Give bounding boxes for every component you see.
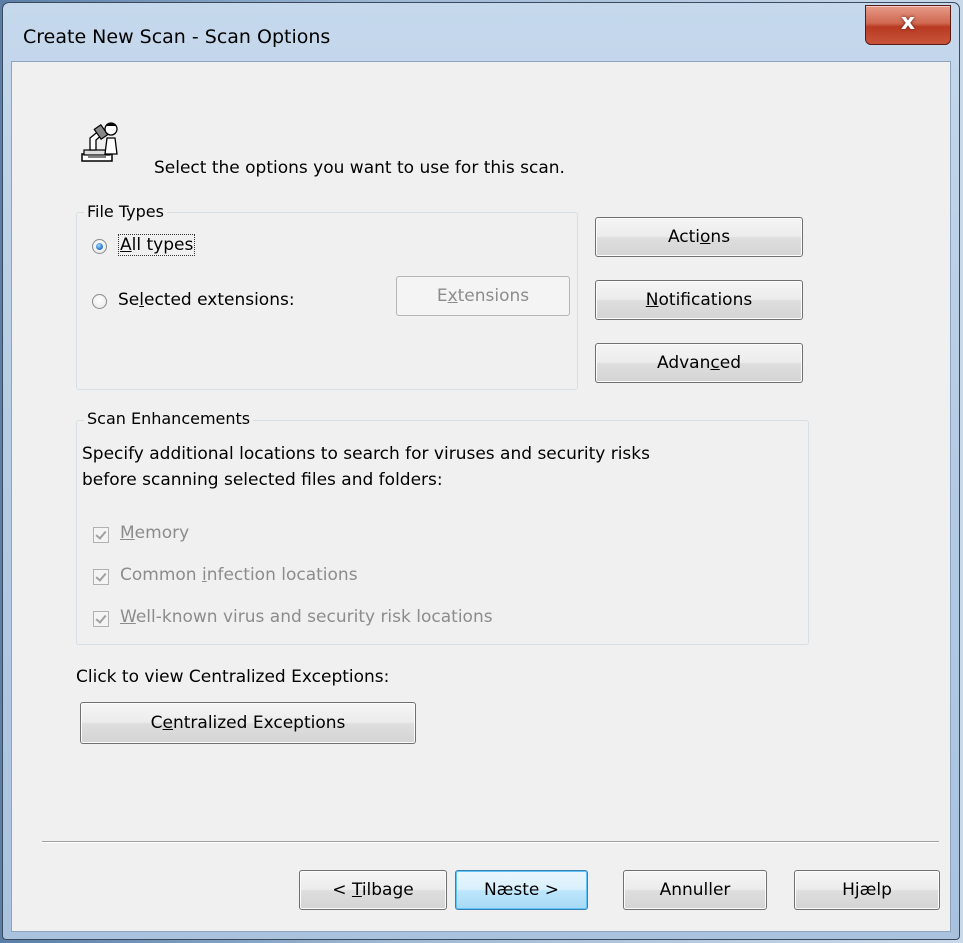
scan-options-icon — [81, 122, 118, 162]
memory-checkbox[interactable] — [93, 527, 109, 543]
all-types-radio[interactable] — [92, 239, 107, 254]
actions-button[interactable]: Actions — [595, 217, 803, 257]
well-known-locations-label[interactable]: Well-known virus and security risk locat… — [120, 607, 493, 627]
back-button[interactable]: < Tilbage — [299, 870, 447, 910]
well-known-locations-checkbox[interactable] — [93, 611, 109, 627]
common-infection-locations-label[interactable]: Common infection locations — [120, 565, 358, 585]
footer-separator — [42, 841, 939, 843]
cancel-button[interactable]: Annuller — [623, 870, 767, 910]
advanced-button[interactable]: Advanced — [595, 343, 803, 383]
instruction-text: Select the options you want to use for t… — [154, 158, 565, 178]
help-button[interactable]: Hjælp — [794, 870, 940, 910]
exceptions-prompt: Click to view Centralized Exceptions: — [76, 667, 390, 687]
extensions-button[interactable]: Extensions — [396, 276, 570, 316]
file-types-legend: File Types — [84, 202, 167, 221]
memory-label[interactable]: Memory — [120, 523, 189, 543]
all-types-label[interactable]: All types — [118, 234, 196, 256]
scan-enhancements-description-2: before scanning selected files and folde… — [82, 470, 443, 490]
scan-options-dialog: Create New Scan - Scan Options x Select … — [2, 2, 960, 940]
title-bar[interactable]: Create New Scan - Scan Options x — [3, 3, 959, 61]
window-title: Create New Scan - Scan Options — [23, 26, 331, 48]
dialog-client-area: Select the options you want to use for t… — [11, 61, 951, 932]
scan-enhancements-legend: Scan Enhancements — [84, 409, 254, 428]
next-button[interactable]: Næste > — [455, 870, 588, 910]
common-infection-locations-checkbox[interactable] — [93, 569, 109, 585]
close-icon: x — [900, 10, 916, 35]
scan-enhancements-description: Specify additional locations to search f… — [82, 444, 650, 464]
selected-extensions-radio[interactable] — [92, 294, 107, 309]
close-button[interactable]: x — [865, 5, 951, 45]
centralized-exceptions-button[interactable]: Centralized Exceptions — [80, 702, 416, 744]
selected-extensions-label[interactable]: Selected extensions: — [118, 290, 295, 310]
notifications-button[interactable]: Notifications — [595, 280, 803, 320]
